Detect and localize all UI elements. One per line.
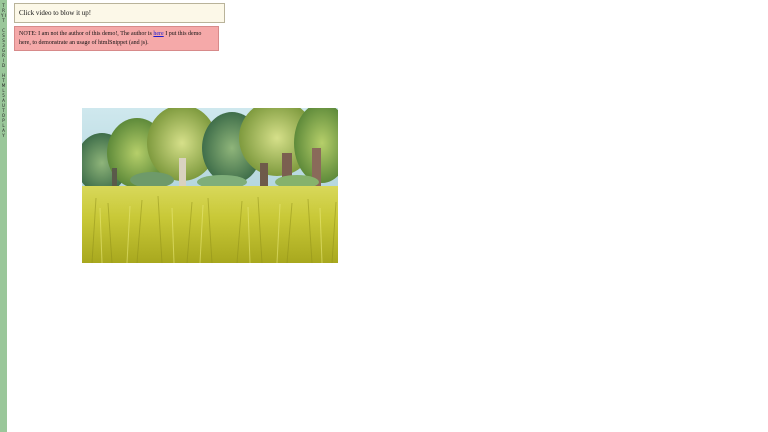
video-frame-image [82, 108, 338, 263]
author-link[interactable]: here [153, 31, 163, 37]
note-text-before: NOTE: I am not the author of this demo!,… [19, 31, 154, 37]
note-banner: NOTE: I am not the author of this demo!,… [14, 26, 219, 51]
sidebar-text-top: T R Y I T [1, 3, 6, 23]
sidebar-text-mid: C S S 3 G R I D [1, 28, 6, 68]
hint-text: Click video to blow it up! [19, 9, 92, 17]
sidebar-text-low: H T M L 5 A U T O P L A Y [1, 73, 6, 138]
left-sidebar-strip: T R Y I T C S S 3 G R I D H T M L 5 A U … [0, 0, 7, 432]
video-player[interactable] [82, 108, 338, 263]
sidebar-vertical-text: T R Y I T C S S 3 G R I D H T M L 5 A U … [1, 3, 6, 138]
hint-banner: Click video to blow it up! [14, 3, 225, 23]
